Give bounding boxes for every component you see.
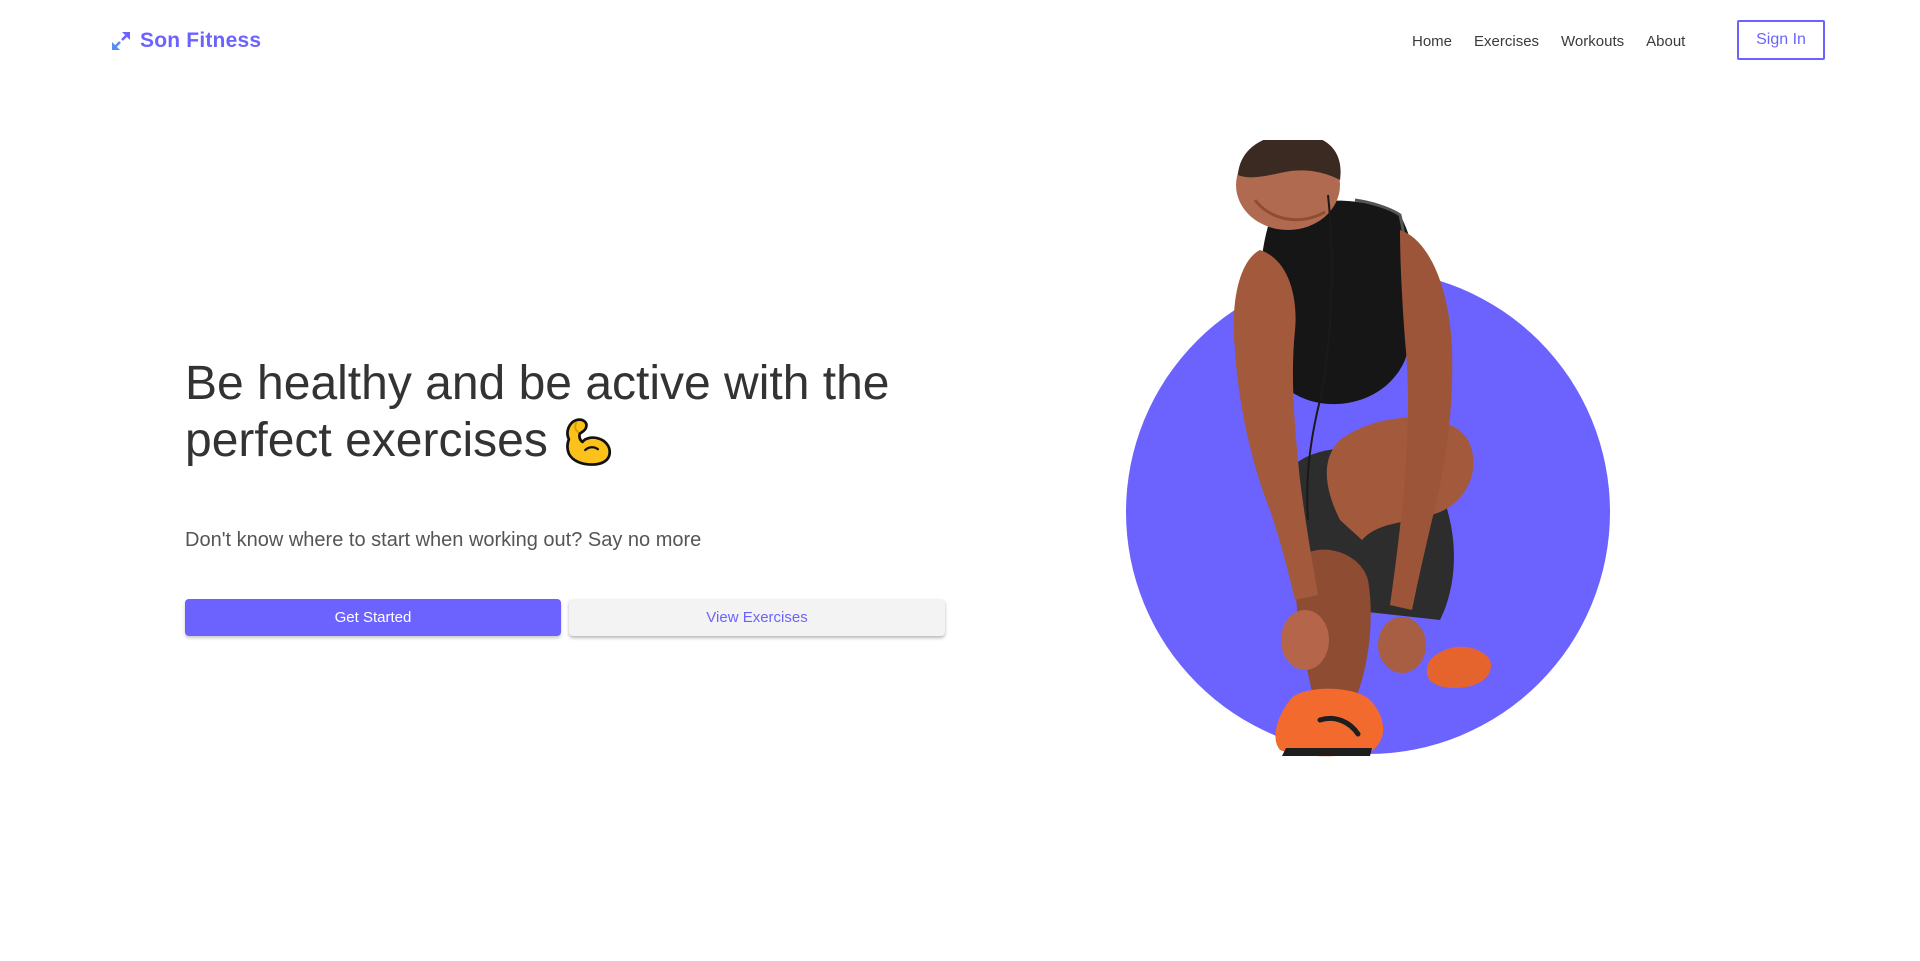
hero-title: Be healthy and be active with the perfec…: [185, 355, 985, 470]
nav-link-exercises[interactable]: Exercises: [1474, 33, 1539, 50]
navbar: Son Fitness Home Exercises Workouts Abou…: [0, 0, 1920, 80]
front-shoe: [1275, 688, 1384, 757]
nav-link-about[interactable]: About: [1646, 33, 1685, 50]
nav-link-home[interactable]: Home: [1412, 33, 1452, 50]
athlete-tying-shoe-image: [1100, 140, 1640, 780]
hero-subtitle: Don't know where to start when working o…: [185, 529, 702, 551]
athlete-left-hand: [1281, 610, 1329, 670]
sign-in-button[interactable]: Sign In: [1737, 20, 1825, 60]
brand-name: Son Fitness: [140, 29, 262, 52]
get-started-button[interactable]: Get Started: [185, 599, 561, 636]
view-exercises-button[interactable]: View Exercises: [569, 599, 945, 636]
nav-link-workouts[interactable]: Workouts: [1561, 33, 1624, 50]
athlete-right-hand: [1378, 617, 1426, 673]
hero-title-text: Be healthy and be active with the perfec…: [185, 357, 890, 467]
arrows-expand-icon: [112, 32, 130, 50]
brand-logo-link[interactable]: Son Fitness: [112, 26, 261, 56]
athlete-illustration: [1126, 140, 1610, 757]
flexed-biceps-icon: [565, 418, 611, 466]
hero-actions: Get Started View Exercises: [185, 599, 945, 636]
nav-links: Home Exercises Workouts About: [1412, 30, 1685, 52]
